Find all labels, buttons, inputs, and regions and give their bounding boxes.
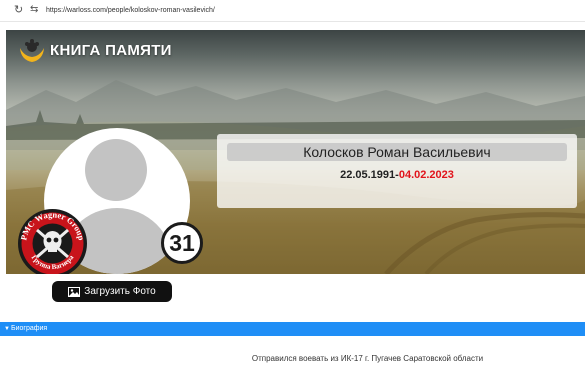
birth-date: 22.05.1991	[340, 169, 396, 181]
biography-label: Биография	[11, 325, 48, 332]
age-badge: 31	[161, 222, 203, 264]
browser-address-bar: ↻ ⇆ https://warloss.com/people/koloskov-…	[0, 0, 585, 22]
hands-candle-logo	[20, 39, 44, 62]
image-icon	[68, 286, 81, 297]
life-dates: 22.05.1991-04.02.2023	[217, 168, 577, 182]
site-brand[interactable]: КНИГА ПАМЯТИ	[18, 38, 172, 64]
site-title: КНИГА ПАМЯТИ	[50, 42, 172, 59]
url-field[interactable]: https://warloss.com/people/koloskov-roma…	[46, 6, 215, 16]
death-date: 04.02.2023	[398, 169, 454, 181]
avatar-head	[85, 139, 147, 201]
upload-photo-label: Загрузить Фото	[84, 286, 156, 297]
biography-text: Отправился воевать из ИК-17 г. Пугачев С…	[251, 354, 484, 363]
upload-photo-button[interactable]: Загрузить Фото	[52, 281, 172, 302]
reload-icon[interactable]: ↻	[14, 4, 23, 16]
chevron-down-icon: ▼	[4, 326, 10, 332]
memorial-banner: КНИГА ПАМЯТИ Колосков Роман Васильевич 2…	[6, 30, 585, 274]
wagner-group-badge: PMC Wagner Group Группа Вагнера	[18, 209, 87, 274]
biography-section-header[interactable]: ▼ Биография	[0, 322, 585, 336]
site-settings-icon[interactable]: ⇆	[30, 4, 38, 16]
person-info-card: Колосков Роман Васильевич 22.05.1991-04.…	[217, 134, 577, 208]
person-name: Колосков Роман Васильевич	[227, 143, 567, 161]
